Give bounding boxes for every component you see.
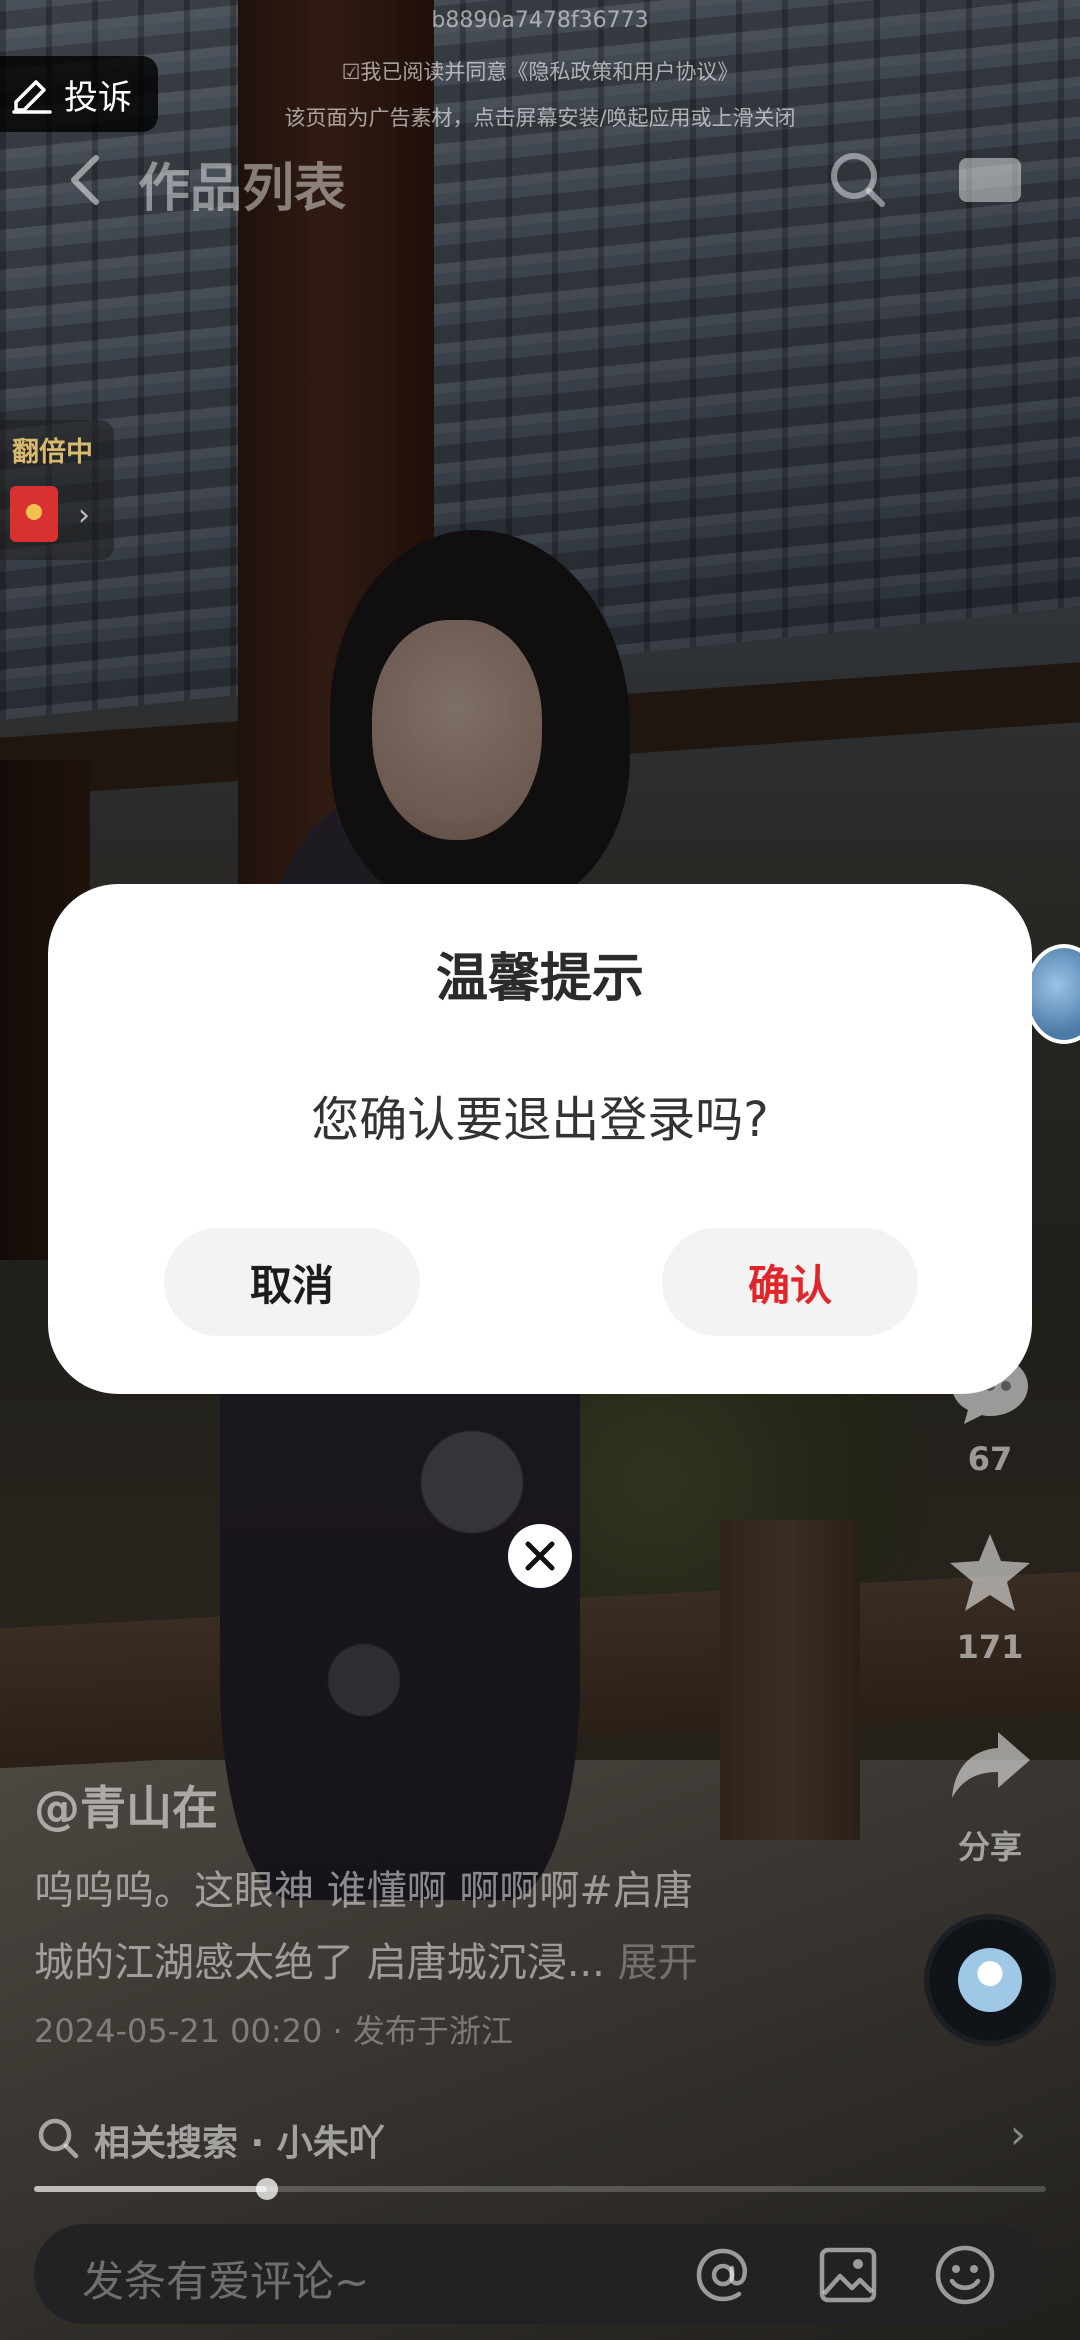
logout-dialog: 温馨提示 您确认要退出登录吗? 取消 确认 — [48, 884, 1032, 1394]
top-bar: 作品列表 — [0, 140, 1080, 220]
emoji-icon[interactable] — [934, 2244, 996, 2306]
caption-line-2-text: 城的江湖感太绝了 启唐城沉浸... — [34, 1940, 605, 1986]
chevron-right-icon: › — [1010, 2112, 1026, 2158]
music-cover — [958, 1948, 1022, 2012]
comment-input-bar[interactable]: 发条有爱评论~ — [34, 2224, 1046, 2324]
caption-line-2: 城的江湖感太绝了 启唐城沉浸... 展开 — [34, 1930, 698, 1988]
search-icon — [38, 2118, 79, 2159]
screen-icon[interactable] — [955, 152, 1025, 208]
image-icon[interactable] — [818, 2246, 878, 2304]
share-icon[interactable] — [946, 1726, 1034, 1806]
progress-fill — [34, 2186, 267, 2192]
progress-knob[interactable] — [255, 2178, 278, 2200]
ad-id-text: b8890a7478f36773 — [431, 8, 649, 33]
share-label: 分享 — [957, 1828, 1022, 1866]
close-icon — [525, 1541, 555, 1571]
back-icon[interactable] — [60, 150, 110, 210]
confirm-button[interactable]: 确认 — [662, 1228, 918, 1336]
bonus-label: 翻倍中 — [12, 437, 93, 468]
post-meta: 2024-05-21 00:20 · 发布于浙江 — [34, 2012, 513, 2050]
star-icon[interactable] — [946, 1530, 1034, 1616]
redpacket-icon — [10, 486, 58, 542]
expand-link[interactable]: 展开 — [618, 1940, 698, 1986]
report-button[interactable]: 投诉 — [0, 56, 158, 132]
related-search-text: 相关搜索 · 小朱吖 — [94, 2123, 385, 2164]
page-title: 作品列表 — [138, 159, 347, 219]
chevron-right-icon: › — [78, 498, 90, 533]
search-icon[interactable] — [826, 148, 890, 212]
dialog-title: 温馨提示 — [435, 949, 644, 1009]
comment-count: 67 — [967, 1440, 1013, 1478]
comment-input[interactable]: 发条有爱评论~ — [82, 2248, 369, 2309]
caption-line-1: 呜呜呜。这眼神 谁懂啊 啊啊啊#启唐 — [34, 1868, 693, 1914]
cancel-button[interactable]: 取消 — [164, 1228, 420, 1336]
related-search-bar[interactable]: 相关搜索 · 小朱吖 › — [0, 2106, 1080, 2176]
close-button[interactable] — [508, 1524, 572, 1588]
favorite-count: 171 — [956, 1628, 1024, 1666]
author-name[interactable]: @青山在 — [34, 1772, 218, 1838]
video-progress-bar[interactable] — [34, 2178, 1046, 2200]
ad-agreement-text[interactable]: ☑我已阅读并同意《隐私政策和用户协议》 — [0, 56, 1080, 86]
report-label: 投诉 — [64, 77, 132, 118]
at-icon[interactable] — [694, 2246, 752, 2304]
report-icon — [12, 80, 52, 114]
ad-notice-text: 该页面为广告素材，点击屏幕安装/唤起应用或上滑关闭 — [284, 106, 796, 130]
dialog-message: 您确认要退出登录吗? — [311, 1092, 769, 1148]
bonus-widget[interactable]: 翻倍中 › — [0, 420, 114, 560]
